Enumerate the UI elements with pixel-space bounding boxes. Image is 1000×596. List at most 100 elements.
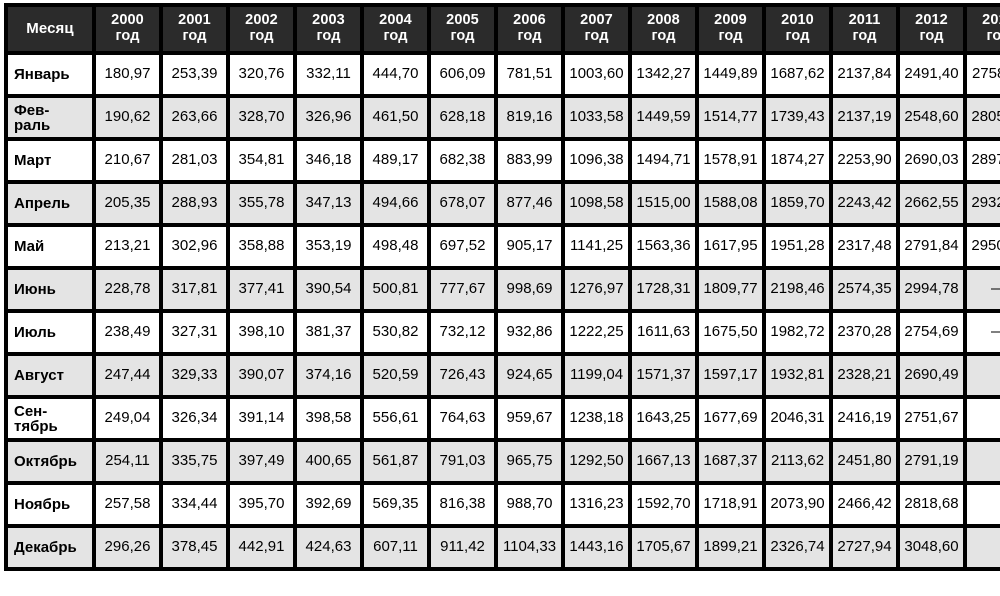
- value-cell: 257,58: [94, 483, 161, 526]
- value-cell: 353,19: [295, 225, 362, 268]
- value-cell: 1859,70: [764, 182, 831, 225]
- value-cell: 2754,69: [898, 311, 965, 354]
- value-cell: 228,78: [94, 268, 161, 311]
- value-cell: 816,38: [429, 483, 496, 526]
- value-cell: [965, 483, 1000, 526]
- value-cell: 732,12: [429, 311, 496, 354]
- value-cell: 498,48: [362, 225, 429, 268]
- value-cell: 911,42: [429, 526, 496, 569]
- header-year-number: 2009: [714, 12, 747, 29]
- value-cell: 924,65: [496, 354, 563, 397]
- header-year-number: 2003: [312, 12, 345, 29]
- header-year-number: 2005: [446, 12, 479, 29]
- value-cell: 1515,00: [630, 182, 697, 225]
- value-cell: 628,18: [429, 96, 496, 139]
- value-cell: 2727,94: [831, 526, 898, 569]
- month-label: Январь: [14, 65, 70, 83]
- table-row: Ноябрь 257,58 334,44 395,70 392,69 569,35 816,…: [6, 483, 1000, 526]
- table-row: Сен-тябрь 249,04 326,34 391,14 398,58 556,61 7…: [6, 397, 1000, 440]
- value-cell: 2932,06: [965, 182, 1000, 225]
- value-cell: 2046,31: [764, 397, 831, 440]
- month-cell: Май: [6, 225, 94, 268]
- value-cell: 2791,84: [898, 225, 965, 268]
- value-cell: 2662,55: [898, 182, 965, 225]
- value-cell: 2751,67: [898, 397, 965, 440]
- value-cell: 329,33: [161, 354, 228, 397]
- value-cell: 2326,74: [764, 526, 831, 569]
- value-cell: 988,70: [496, 483, 563, 526]
- value-cell: 355,78: [228, 182, 295, 225]
- value-cell: 2451,80: [831, 440, 898, 483]
- table-row: Август 247,44 329,33 390,07 374,16 520,59 726,…: [6, 354, 1000, 397]
- month-cell: Сен-тябрь: [6, 397, 94, 440]
- value-cell: 190,62: [94, 96, 161, 139]
- header-row: Месяц 2000 год 2001 год 2002 год 2003 год 2004 го…: [6, 5, 1000, 53]
- value-cell: 317,81: [161, 268, 228, 311]
- value-cell: 1238,18: [563, 397, 630, 440]
- value-cell: 1222,25: [563, 311, 630, 354]
- header-year-word: год: [584, 28, 609, 44]
- value-cell: —: [965, 268, 1000, 311]
- value-cell: 381,37: [295, 311, 362, 354]
- value-cell: [965, 526, 1000, 569]
- table-body: Январь 180,97 253,39 320,76 332,11 444,70 606,…: [6, 53, 1000, 569]
- value-cell: 2198,46: [764, 268, 831, 311]
- header-cell-year-2007: 2007 год: [563, 5, 630, 53]
- header-year-word: год: [986, 28, 1000, 44]
- value-cell: 1292,50: [563, 440, 630, 483]
- value-cell: 530,82: [362, 311, 429, 354]
- value-cell: 442,91: [228, 526, 295, 569]
- value-cell: 1611,63: [630, 311, 697, 354]
- month-label: Июнь: [14, 280, 56, 298]
- month-label: Март: [14, 151, 52, 169]
- value-cell: 2805,37: [965, 96, 1000, 139]
- header-year-number: 2013: [982, 12, 1000, 29]
- header-year-number: 2006: [513, 12, 546, 29]
- value-cell: 390,54: [295, 268, 362, 311]
- value-cell: 332,11: [295, 53, 362, 96]
- value-cell: 254,11: [94, 440, 161, 483]
- table-header: Месяц 2000 год 2001 год 2002 год 2003 год 2004 го…: [6, 5, 1000, 53]
- header-year-word: год: [383, 28, 408, 44]
- value-cell: 2950,54: [965, 225, 1000, 268]
- value-cell: 249,04: [94, 397, 161, 440]
- value-cell: 2073,90: [764, 483, 831, 526]
- month-label: Ноябрь: [14, 495, 71, 513]
- table-row: Декабрь 296,26 378,45 442,91 424,63 607,11 911…: [6, 526, 1000, 569]
- table-row: Май 213,21 302,96 358,88 353,19 498,48 697,52 9…: [6, 225, 1000, 268]
- value-cell: 1096,38: [563, 139, 630, 182]
- header-year-number: 2002: [245, 12, 278, 29]
- value-cell: 697,52: [429, 225, 496, 268]
- value-cell: 1578,91: [697, 139, 764, 182]
- value-cell: 959,67: [496, 397, 563, 440]
- month-label: Май: [14, 237, 45, 255]
- value-cell: 2574,35: [831, 268, 898, 311]
- value-cell: 606,09: [429, 53, 496, 96]
- month-cell: Декабрь: [6, 526, 94, 569]
- month-label-line1: Фев-: [14, 101, 50, 119]
- value-cell: 726,43: [429, 354, 496, 397]
- value-cell: 1899,21: [697, 526, 764, 569]
- month-cell: Январь: [6, 53, 94, 96]
- value-cell: 320,76: [228, 53, 295, 96]
- header-cell-year-2001: 2001 год: [161, 5, 228, 53]
- value-cell: 377,41: [228, 268, 295, 311]
- value-cell: 238,49: [94, 311, 161, 354]
- header-year-word: год: [651, 28, 676, 44]
- value-cell: 263,66: [161, 96, 228, 139]
- table-row: Июль 238,49 327,31 398,10 381,37 530,82 732,12…: [6, 311, 1000, 354]
- value-cell: 500,81: [362, 268, 429, 311]
- value-cell: 1643,25: [630, 397, 697, 440]
- value-cell: 2328,21: [831, 354, 898, 397]
- header-cell-year-2005: 2005 год: [429, 5, 496, 53]
- value-cell: 358,88: [228, 225, 295, 268]
- value-cell: 2137,84: [831, 53, 898, 96]
- value-cell: 1141,25: [563, 225, 630, 268]
- value-cell: 2243,42: [831, 182, 898, 225]
- header-year-number: 2008: [647, 12, 680, 29]
- value-cell: 1932,81: [764, 354, 831, 397]
- value-cell: 1705,67: [630, 526, 697, 569]
- value-cell: 1316,23: [563, 483, 630, 526]
- month-label: Июль: [14, 323, 56, 341]
- value-cell: 253,39: [161, 53, 228, 96]
